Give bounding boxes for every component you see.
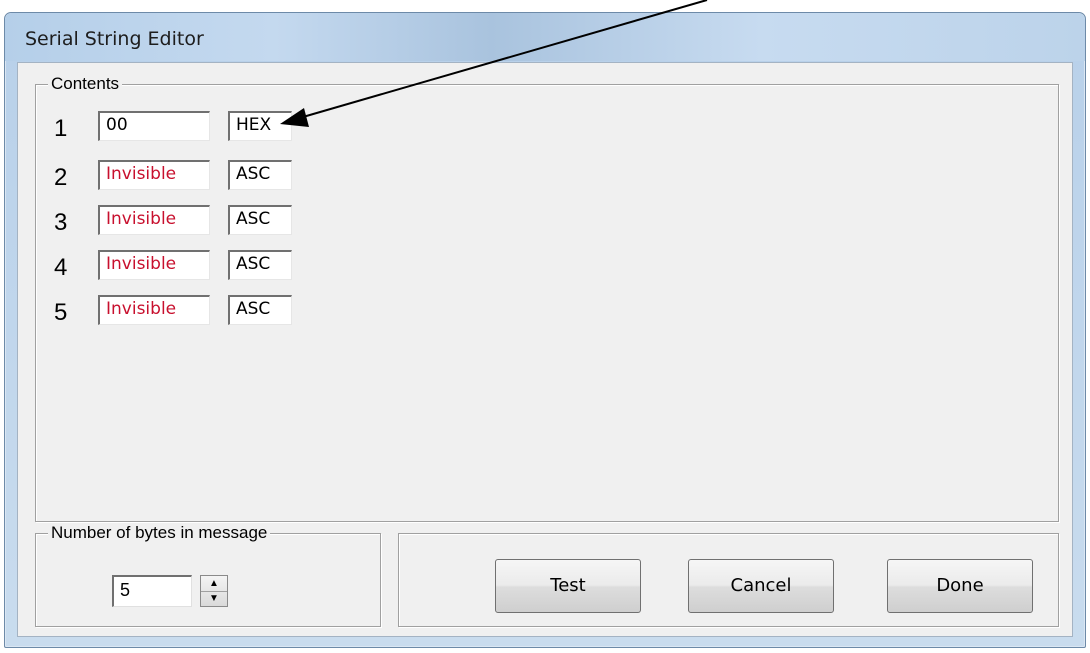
pointer-arrow-icon <box>280 0 708 127</box>
arrow-shaft <box>295 0 708 120</box>
arrow-head <box>280 108 309 127</box>
